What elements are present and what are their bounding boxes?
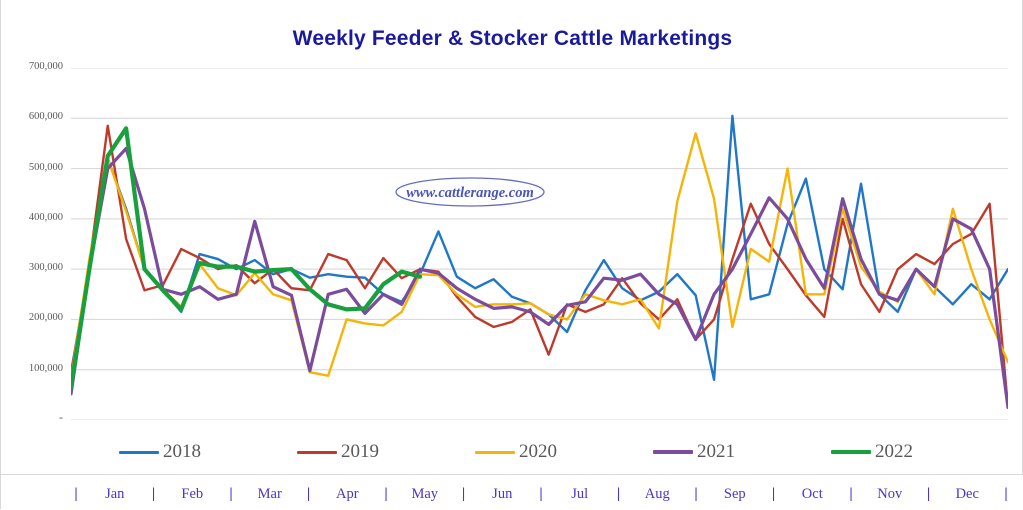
- y-axis-tick: -: [59, 410, 63, 424]
- y-axis-tick: 600,000: [28, 111, 63, 123]
- chart-legend: 2018 2019 2020 2021 2022: [71, 438, 961, 466]
- x-axis-separator-12: |: [1004, 485, 1008, 502]
- x-axis-separator-3: |: [306, 485, 311, 502]
- x-axis-separator-2: |: [229, 485, 233, 502]
- x-axis-separator-7: |: [616, 485, 621, 502]
- x-axis: | Jan | Feb | Mar | Apr | May | Jun | Jul | Aug | Sep | Oct…: [1, 474, 1023, 510]
- x-axis-month-feb: Feb: [181, 485, 204, 502]
- x-axis-month-may: May: [411, 485, 439, 502]
- legend-label-2022: 2022: [875, 441, 913, 462]
- line-chart-svg: [71, 68, 1008, 420]
- legend-item-2018[interactable]: 2018: [119, 441, 201, 463]
- page-title: Weekly Feeder & Stocker Cattle Marketing…: [292, 27, 733, 50]
- x-axis-month-aug: Aug: [644, 485, 670, 502]
- series-line-2018: [71, 114, 1008, 381]
- x-axis-separator-6: |: [539, 485, 543, 502]
- legend-item-2020[interactable]: 2020: [475, 441, 557, 463]
- y-axis-tick: 400,000: [28, 211, 63, 223]
- y-axis-tick: 700,000: [28, 61, 63, 72]
- legend-label-2019: 2019: [341, 441, 379, 462]
- series-lines: [71, 114, 1008, 410]
- gridlines: [71, 68, 1008, 420]
- y-axis-tick: 500,000: [28, 161, 63, 173]
- legend-label-2018: 2018: [163, 441, 201, 462]
- x-axis-month-jun: Jun: [492, 485, 513, 502]
- chart-card: Weekly Feeder & Stocker Cattle Marketing…: [0, 0, 1023, 510]
- x-axis-month-jul: Jul: [571, 485, 589, 502]
- x-axis-separator-0: |: [74, 485, 78, 502]
- legend-label-2021: 2021: [697, 441, 735, 462]
- legend-swatch-2021: [653, 450, 693, 454]
- legend-item-2021[interactable]: 2021: [653, 441, 735, 463]
- legend-item-2019[interactable]: 2019: [297, 441, 379, 463]
- x-axis-separator-9: |: [771, 485, 776, 502]
- x-axis-separator-4: |: [384, 485, 388, 502]
- legend-swatch-2018: [119, 450, 159, 454]
- y-axis-tick: 100,000: [28, 362, 63, 374]
- x-axis-separator-11: |: [926, 485, 931, 502]
- x-axis-month-dec: Dec: [955, 485, 979, 502]
- x-axis-month-nov: Nov: [877, 485, 903, 502]
- legend-swatch-2020: [475, 450, 515, 454]
- x-axis-month-jan: Jan: [105, 485, 125, 502]
- legend-item-2022[interactable]: 2022: [831, 441, 913, 463]
- x-axis-month-apr: Apr: [335, 485, 359, 502]
- y-axis-tick: 200,000: [28, 312, 63, 324]
- x-axis-month-sep: Sep: [723, 485, 746, 502]
- legend-label-2020: 2020: [519, 441, 557, 462]
- x-axis-separator-5: |: [461, 485, 466, 502]
- legend-swatch-2022: [831, 449, 871, 455]
- y-axis-tick: 300,000: [28, 262, 63, 274]
- x-axis-separator-1: |: [151, 485, 156, 502]
- x-axis-month-oct: Oct: [801, 485, 823, 502]
- plot-area: [71, 68, 1008, 420]
- x-axis-separator-10: |: [849, 485, 853, 502]
- x-axis-month-mar: Mar: [257, 485, 282, 502]
- x-axis-separator-8: |: [694, 485, 698, 502]
- legend-swatch-2019: [297, 450, 337, 454]
